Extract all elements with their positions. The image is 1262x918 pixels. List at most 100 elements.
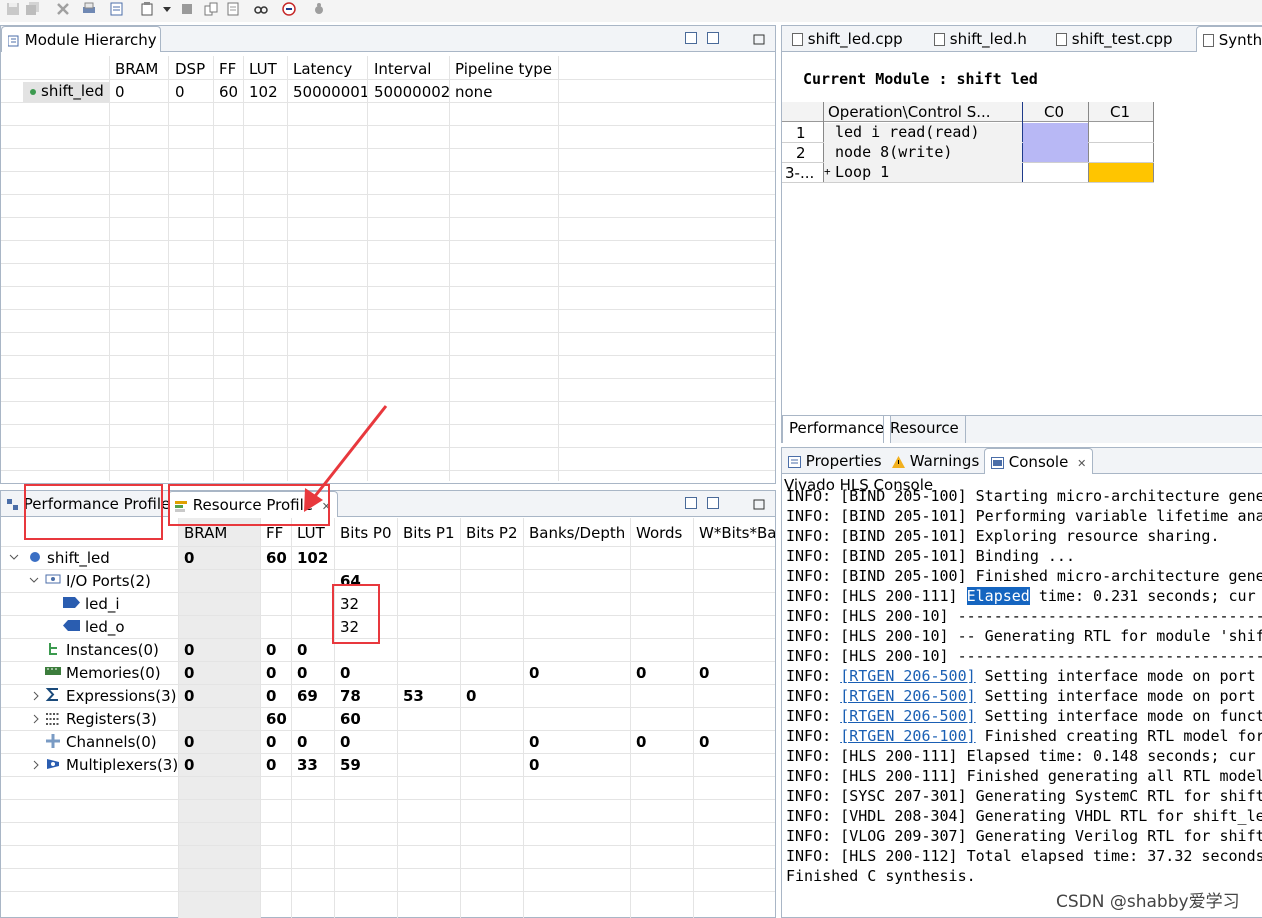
schedule-row-num: 1 bbox=[796, 124, 806, 142]
expand-icon[interactable] bbox=[31, 691, 41, 701]
resource-row-name[interactable]: I/O Ports(2) bbox=[66, 572, 151, 590]
resource-cell-ff: 60 bbox=[266, 710, 287, 728]
schedule-row-op[interactable]: Loop 1 bbox=[835, 163, 889, 181]
col-interval[interactable]: Interval bbox=[374, 60, 431, 78]
resource-cell-lut: 0 bbox=[297, 733, 308, 751]
col-dsp[interactable]: DSP bbox=[175, 60, 205, 78]
schedule-view-tabs: Performance Resource bbox=[782, 415, 1262, 443]
resource-row-name[interactable]: led_o bbox=[85, 618, 125, 636]
console-message-link[interactable]: [RTGEN 206-500] bbox=[840, 707, 975, 725]
module-lut: 102 bbox=[249, 83, 278, 101]
tab-module-hierarchy[interactable]: Module Hierarchy bbox=[1, 26, 161, 52]
resource-row-name[interactable]: Multiplexers(3) bbox=[66, 756, 178, 774]
maximize-icon[interactable] bbox=[753, 32, 765, 45]
schedule-col-operation[interactable]: Operation\Control S... bbox=[828, 103, 1022, 121]
save-all-icon[interactable] bbox=[26, 2, 40, 16]
col-lut[interactable]: LUT bbox=[249, 60, 277, 78]
console-message-link[interactable]: [RTGEN 206-500] bbox=[840, 667, 975, 685]
col-ff[interactable]: FF bbox=[266, 524, 283, 542]
collapse-icon[interactable] bbox=[29, 575, 39, 585]
col-wbits[interactable]: W*Bits*Ba bbox=[699, 524, 775, 542]
profile-icon bbox=[7, 498, 18, 510]
schedule-row-num: 2 bbox=[796, 144, 806, 162]
tab-synthesis-report[interactable]: Synthe bbox=[1196, 26, 1262, 52]
grid-row-line bbox=[1, 171, 775, 172]
tab-performance[interactable]: Performance bbox=[782, 416, 892, 443]
schedule-col-c1[interactable]: C1 bbox=[1110, 103, 1130, 121]
col-pipeline-type[interactable]: Pipeline type bbox=[455, 60, 552, 78]
col-banks-depth[interactable]: Banks/Depth bbox=[529, 524, 625, 542]
resource-cell-banks: 0 bbox=[529, 664, 540, 682]
resource-cell-words: 0 bbox=[636, 664, 647, 682]
grid-row-line bbox=[1, 615, 775, 616]
schedule-row-op[interactable]: led i read(read) bbox=[835, 123, 980, 141]
grid-col-line bbox=[291, 518, 292, 918]
tab-warnings[interactable]: Warnings bbox=[886, 448, 985, 474]
console-text: INFO: [BIND 205-101] Performing variable… bbox=[786, 507, 1262, 525]
minimize-icon[interactable] bbox=[707, 32, 719, 44]
resource-cell-p1: 53 bbox=[403, 687, 424, 705]
col-latency[interactable]: Latency bbox=[293, 60, 352, 78]
delete-icon[interactable] bbox=[56, 2, 70, 16]
tab-shift-led-h[interactable]: shift_led.h bbox=[928, 26, 1033, 52]
analysis-icon[interactable] bbox=[254, 2, 268, 16]
col-ff[interactable]: FF bbox=[219, 60, 236, 78]
close-icon[interactable]: ✕ bbox=[1077, 457, 1086, 470]
tab-console[interactable]: Console ✕ bbox=[984, 448, 1094, 474]
console-line: INFO: [HLS 200-10] ---------------------… bbox=[786, 607, 1262, 625]
col-lut[interactable]: LUT bbox=[297, 524, 325, 542]
save-icon[interactable] bbox=[6, 2, 20, 16]
schedule-row-op[interactable]: node 8(write) bbox=[835, 143, 952, 161]
grid-row-line bbox=[1, 148, 775, 149]
restore-icon[interactable] bbox=[685, 32, 697, 44]
maximize-icon[interactable] bbox=[753, 497, 765, 510]
console-message-link[interactable]: [RTGEN 206-500] bbox=[840, 687, 975, 705]
module-row-shift-led[interactable]: shift_led bbox=[23, 82, 109, 102]
tab-resource[interactable]: Resource bbox=[883, 416, 966, 443]
schedule-col-c0[interactable]: C0 bbox=[1044, 103, 1064, 121]
compare-icon[interactable] bbox=[204, 2, 218, 16]
resource-cell-p0: 78 bbox=[340, 687, 361, 705]
console-text: INFO: [HLS 200-10] ---------------------… bbox=[786, 607, 1262, 625]
expand-icon[interactable]: + bbox=[824, 163, 831, 180]
console-message-link[interactable]: [RTGEN 206-100] bbox=[840, 727, 975, 745]
col-bits-p1[interactable]: Bits P1 bbox=[403, 524, 455, 542]
project-settings-icon[interactable] bbox=[110, 2, 124, 16]
report-file-icon bbox=[1203, 34, 1214, 47]
resource-row-name[interactable]: Channels(0) bbox=[66, 733, 157, 751]
console-selected-text: Elapsed bbox=[966, 587, 1030, 605]
tab-shift-led-cpp[interactable]: shift_led.cpp bbox=[786, 26, 909, 52]
resource-row-name[interactable]: Memories(0) bbox=[66, 664, 161, 682]
run-synthesis-icon[interactable] bbox=[282, 2, 296, 16]
resource-cell-ff: 0 bbox=[266, 687, 277, 705]
expand-icon[interactable] bbox=[31, 760, 41, 770]
resource-row-name[interactable]: Instances(0) bbox=[66, 641, 159, 659]
tab-label: shift_led.cpp bbox=[807, 30, 903, 48]
col-bram[interactable]: BRAM bbox=[115, 60, 158, 78]
resource-row-name[interactable]: Registers(3) bbox=[66, 710, 157, 728]
collapse-icon[interactable] bbox=[9, 552, 19, 562]
resource-row-name[interactable]: led_i bbox=[85, 595, 120, 613]
expand-icon[interactable] bbox=[31, 714, 41, 724]
resource-cell-bram: 0 bbox=[184, 687, 195, 705]
restore-icon[interactable] bbox=[685, 497, 697, 509]
tab-shift-test-cpp[interactable]: shift_test.cpp bbox=[1050, 26, 1179, 52]
col-bits-p2[interactable]: Bits P2 bbox=[466, 524, 518, 542]
tab-properties[interactable]: Properties bbox=[782, 448, 888, 474]
grid-col-line bbox=[449, 56, 450, 481]
dropdown-arrow-icon[interactable] bbox=[160, 2, 174, 16]
console-text: INFO: [VLOG 209-307] Generating Verilog … bbox=[786, 827, 1262, 845]
grid-row-line bbox=[1, 707, 775, 708]
resource-row-name[interactable]: shift_led bbox=[47, 549, 110, 567]
minimize-icon[interactable] bbox=[707, 497, 719, 509]
resource-row-name[interactable]: Expressions(3) bbox=[66, 687, 177, 705]
report-icon[interactable] bbox=[226, 2, 240, 16]
col-bits-p0[interactable]: Bits P0 bbox=[340, 524, 392, 542]
print-icon[interactable] bbox=[82, 2, 96, 16]
console-icon bbox=[991, 456, 1004, 469]
col-words[interactable]: Words bbox=[636, 524, 682, 542]
stop-icon[interactable] bbox=[180, 2, 194, 16]
debug-icon[interactable] bbox=[312, 2, 326, 16]
col-bram[interactable]: BRAM bbox=[184, 524, 227, 542]
new-solution-icon[interactable] bbox=[140, 2, 154, 16]
